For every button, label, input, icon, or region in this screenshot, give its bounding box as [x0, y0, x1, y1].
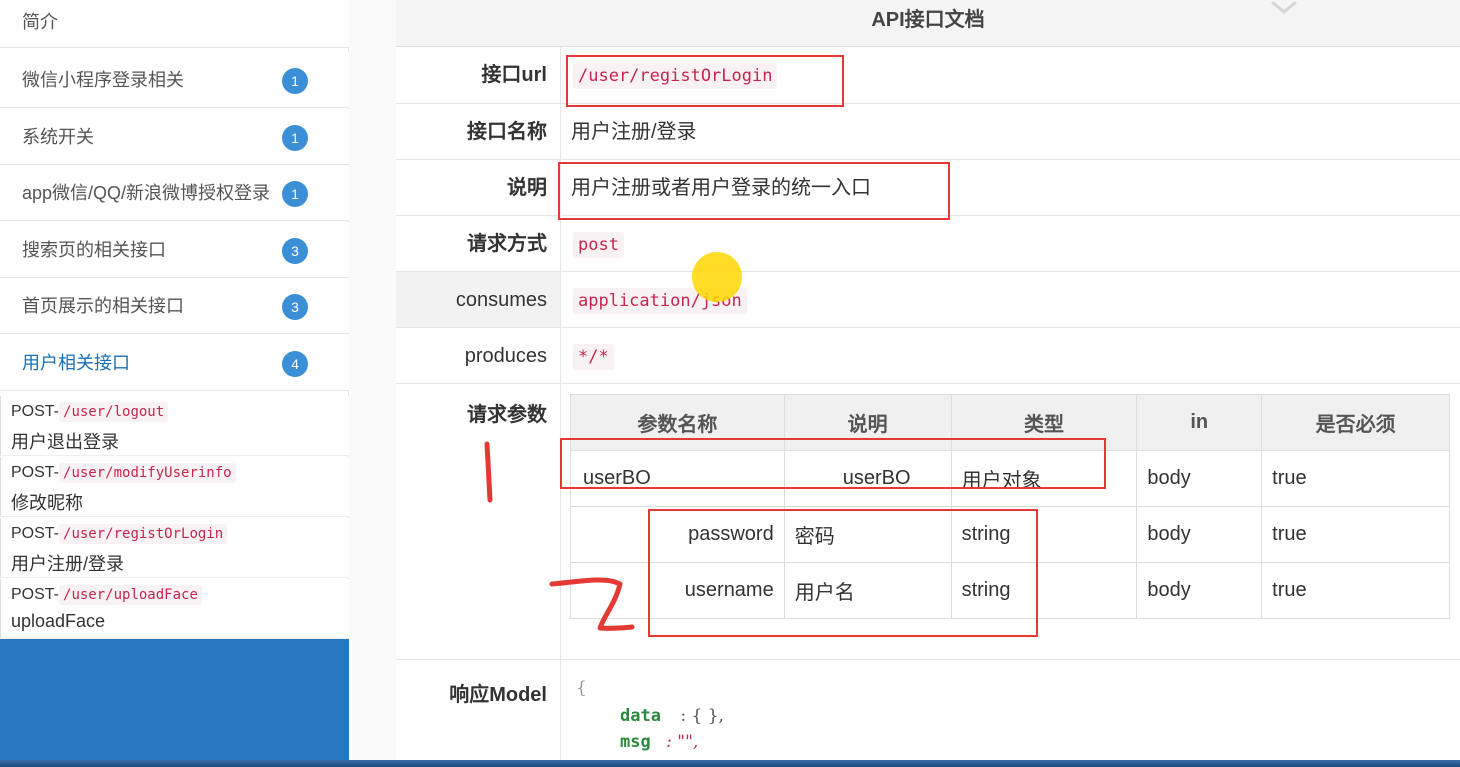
count-badge: 1	[282, 68, 308, 94]
sidebar-item-user-apis[interactable]: 用户相关接口 4	[0, 335, 349, 391]
sidebar-item-label: 微信小程序登录相关	[22, 70, 184, 90]
api-item-logout[interactable]: POST-/user/logout 用户退出登录	[0, 396, 349, 456]
sidebar-item-label: 首页展示的相关接口	[22, 296, 184, 316]
json-value: : { },	[680, 706, 724, 726]
row-key: 说明	[507, 177, 547, 199]
watermark-logo-icon	[1271, 0, 1297, 14]
sidebar-item-label: 搜索页的相关接口	[22, 240, 166, 260]
json-key: msg	[620, 732, 651, 752]
count-badge: 4	[282, 351, 308, 377]
row-key: produces	[464, 345, 547, 367]
cursor-highlight	[692, 252, 742, 302]
api-item-regist-or-login[interactable]: POST-/user/registOrLogin 用户注册/登录	[0, 518, 349, 578]
produces-code: */*	[573, 344, 614, 370]
sidebar-item-label: 系统开关	[22, 127, 94, 147]
param-in: body	[1136, 506, 1263, 563]
api-doc-panel: API接口文档 接口url /user/registOrLogin 接口名称 用…	[396, 0, 1460, 760]
api-desc: 修改昵称	[11, 493, 83, 513]
api-item-modify-userinfo[interactable]: POST-/user/modifyUserinfo 修改昵称	[0, 457, 349, 517]
gutter	[349, 0, 396, 760]
api-path: /user/modifyUserinfo	[59, 463, 236, 483]
sidebar-item-intro[interactable]: 简介	[0, 0, 349, 48]
sidebar-item-label: 简介	[22, 12, 58, 32]
api-desc: uploadFace	[11, 611, 106, 631]
api-path: /user/logout	[59, 402, 169, 422]
json-line: msg : "",	[576, 732, 724, 752]
param-in: body	[1136, 562, 1263, 619]
sidebar: 简介 微信小程序登录相关 1 系统开关 1 app微信/QQ/新浪微博授权登录 …	[0, 0, 349, 760]
row-key: 接口url	[481, 64, 547, 86]
sidebar-item-label: 用户相关接口	[22, 353, 130, 373]
json-value: : "",	[666, 732, 699, 752]
count-badge: 1	[282, 125, 308, 151]
api-path: /user/uploadFace	[59, 585, 202, 605]
api-method: POST-/user/uploadFace	[11, 585, 202, 605]
row-value: */*	[560, 328, 1460, 383]
count-badge: 3	[282, 238, 308, 264]
annotation-box-url	[566, 55, 844, 107]
json-key: data	[620, 706, 661, 726]
handwritten-mark-1-icon	[484, 441, 493, 503]
sidebar-item-home-apis[interactable]: 首页展示的相关接口 3	[0, 278, 349, 334]
api-method: POST-/user/modifyUserinfo	[11, 463, 236, 483]
api-desc: 用户退出登录	[11, 432, 119, 452]
row-key: 响应Model	[449, 684, 547, 706]
sidebar-item-search-apis[interactable]: 搜索页的相关接口 3	[0, 222, 349, 278]
param-required: true	[1261, 450, 1450, 507]
row-key: 请求方式	[467, 233, 547, 255]
row-key: 接口名称	[467, 121, 547, 143]
row-produces: produces */*	[396, 328, 1460, 384]
os-taskbar	[0, 760, 1460, 767]
method-code: post	[573, 232, 624, 258]
count-badge: 3	[282, 294, 308, 320]
param-in: body	[1136, 450, 1263, 507]
column-header: in	[1136, 394, 1263, 451]
row-name: 接口名称 用户注册/登录	[396, 104, 1460, 160]
row-url: 接口url /user/registOrLogin	[396, 47, 1460, 104]
api-path: /user/registOrLogin	[59, 524, 228, 544]
count-badge: 1	[282, 181, 308, 207]
sidebar-item-app-auth-login[interactable]: app微信/QQ/新浪微博授权登录 1	[0, 165, 349, 221]
sidebar-footer	[0, 639, 349, 760]
column-header: 是否必须	[1261, 394, 1450, 451]
sidebar-item-label: app微信/QQ/新浪微博授权登录	[22, 183, 271, 203]
annotation-box-userbo	[560, 438, 1106, 489]
row-method: 请求方式 post	[396, 216, 1460, 272]
api-method: POST-/user/registOrLogin	[11, 524, 228, 544]
sidebar-item-system-switch[interactable]: 系统开关 1	[0, 109, 349, 165]
row-value: 用户注册/登录	[560, 104, 1460, 159]
json-line: data : { },	[576, 706, 724, 726]
param-required: true	[1261, 562, 1450, 619]
api-method: POST-/user/logout	[11, 402, 169, 422]
row-consumes: consumes application/json	[396, 272, 1460, 328]
handwritten-mark-2-icon	[549, 577, 635, 631]
sidebar-item-wechat-login[interactable]: 微信小程序登录相关 1	[0, 52, 349, 108]
api-desc: 用户注册/登录	[11, 554, 125, 574]
param-required: true	[1261, 506, 1450, 563]
row-key: 请求参数	[467, 404, 547, 426]
row-response-model: 响应Model	[396, 660, 1460, 760]
annotation-box-desc	[558, 162, 950, 220]
row-key: consumes	[455, 289, 547, 311]
response-model-json: { data : { }, msg : "",	[576, 678, 724, 752]
annotation-box-fields	[648, 509, 1038, 637]
api-item-upload-face[interactable]: POST-/user/uploadFace uploadFace	[0, 579, 349, 639]
json-open-brace: {	[576, 678, 587, 698]
